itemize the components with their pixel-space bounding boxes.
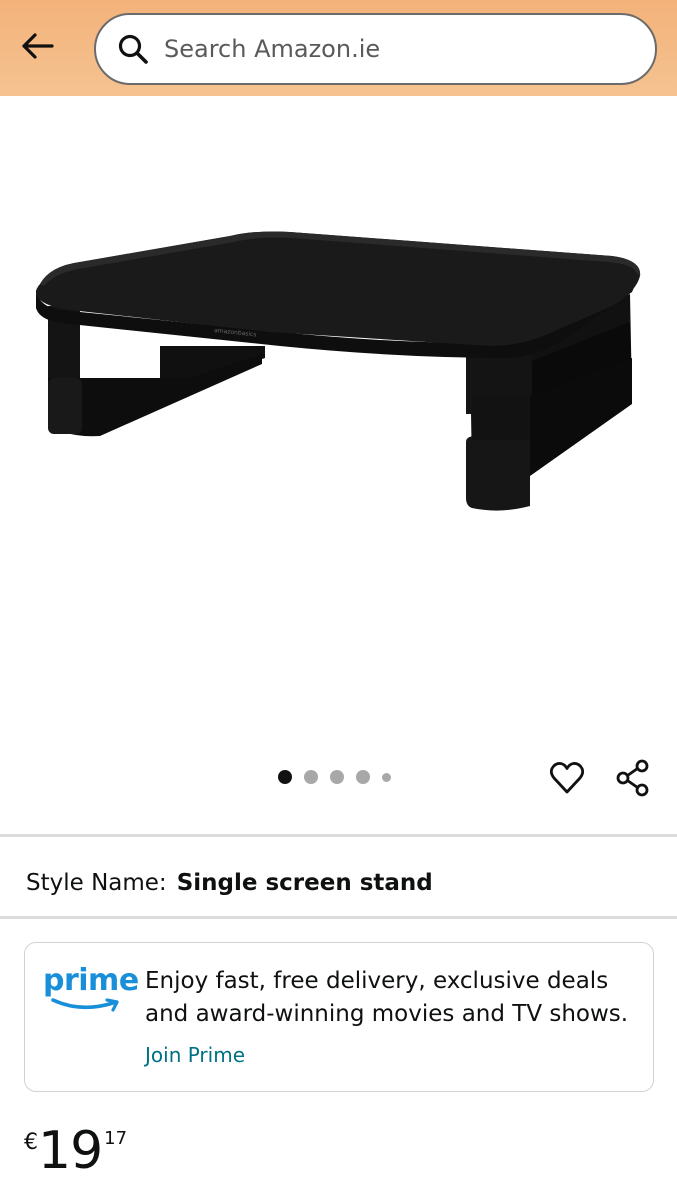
style-name-value: Single screen stand <box>176 870 433 896</box>
prime-message: Enjoy fast, free delivery, exclusive dea… <box>145 968 629 1027</box>
image-carousel-indicator <box>278 769 391 785</box>
divider <box>0 834 677 837</box>
heart-icon <box>549 762 585 794</box>
carousel-dot[interactable] <box>330 770 344 784</box>
product-image[interactable]: amazonbasics <box>0 96 677 756</box>
prime-logo: prime <box>43 963 139 1023</box>
wishlist-button[interactable] <box>544 756 590 800</box>
style-name-row: Style Name: Single screen stand <box>26 866 433 900</box>
price-fraction: 17 <box>104 1128 128 1149</box>
carousel-dot[interactable] <box>382 772 391 782</box>
share-icon <box>616 759 649 797</box>
prime-logo-text: prime <box>43 963 139 998</box>
style-name-label: Style Name: <box>26 870 167 896</box>
search-input[interactable] <box>164 29 624 69</box>
prime-promo-card: prime Enjoy fast, free delivery, exclusi… <box>24 942 654 1092</box>
back-button[interactable] <box>14 26 60 66</box>
prime-smile-icon <box>51 998 119 1012</box>
price-whole: 19 <box>38 1121 103 1181</box>
monitor-stand-image: amazonbasics <box>36 231 641 511</box>
share-button[interactable] <box>610 756 656 800</box>
arrow-left-icon <box>22 33 54 59</box>
carousel-dot[interactable] <box>304 770 318 784</box>
join-prime-link[interactable]: Join Prime <box>145 1043 245 1067</box>
carousel-dot[interactable] <box>278 770 292 784</box>
top-search-bar <box>0 0 677 96</box>
search-box[interactable] <box>94 13 657 85</box>
search-icon <box>116 32 150 66</box>
product-price: € 19 17 <box>24 1120 127 1190</box>
carousel-dot[interactable] <box>356 770 370 784</box>
price-currency: € <box>24 1130 38 1155</box>
divider <box>0 916 677 919</box>
